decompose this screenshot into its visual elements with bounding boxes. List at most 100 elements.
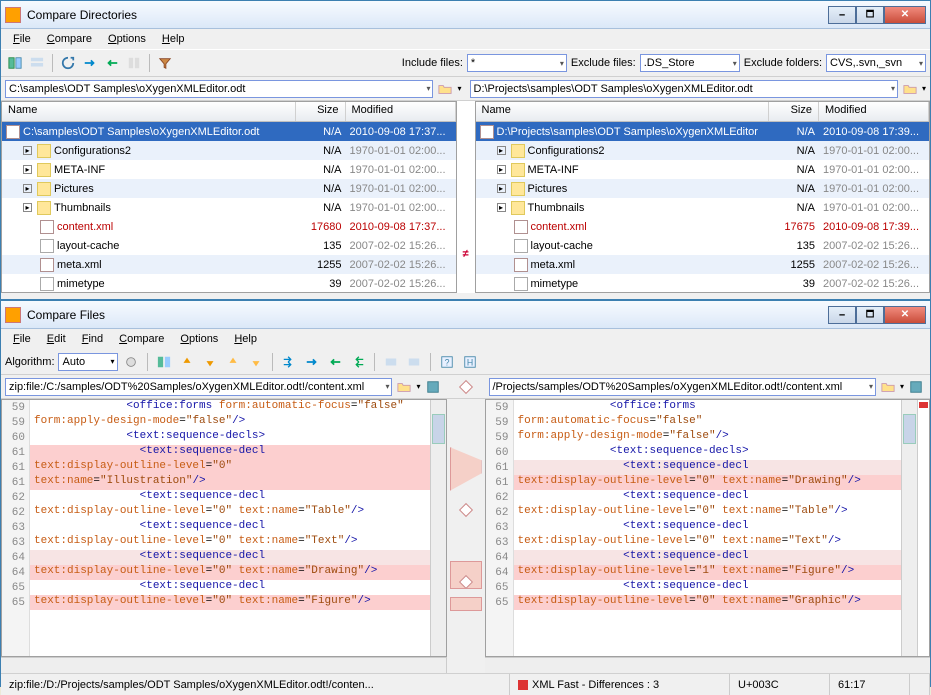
expand-icon[interactable]: ▸ — [497, 146, 506, 155]
expand-icon[interactable]: ▸ — [23, 165, 32, 174]
folder-icon — [37, 144, 51, 158]
tree-row[interactable]: ▸ThumbnailsN/A1970-01-01 02:00... — [476, 198, 930, 217]
copy-left-button[interactable] — [325, 352, 345, 372]
right-tree[interactable]: Name Size Modified D:\Projects\samples\O… — [475, 101, 931, 293]
minimize-button[interactable] — [828, 6, 856, 24]
menu-file[interactable]: File — [7, 31, 37, 47]
prev-change-button[interactable] — [223, 352, 243, 372]
titlebar[interactable]: Compare Directories — [1, 1, 930, 29]
next-diff-button[interactable] — [200, 352, 220, 372]
tree-row[interactable]: ▸ThumbnailsN/A1970-01-01 02:00... — [2, 198, 456, 217]
copy-all-left-button[interactable] — [348, 352, 368, 372]
tree-row[interactable]: layout-cache1352007-02-02 15:26... — [476, 236, 930, 255]
expand-icon[interactable]: ▸ — [497, 203, 506, 212]
tree-row[interactable]: ▸Configurations2N/A1970-01-01 02:00... — [476, 141, 930, 160]
close-button[interactable] — [884, 6, 926, 24]
minimize-button[interactable] — [828, 306, 856, 324]
tree-row[interactable]: meta.xml12552007-02-02 15:26... — [2, 255, 456, 274]
col-size[interactable]: Size — [296, 102, 346, 121]
tree-row[interactable]: mimetype392007-02-02 15:26... — [2, 274, 456, 292]
left-tree[interactable]: Name Size Modified C:\samples\ODT Sample… — [1, 101, 457, 293]
sync-button[interactable] — [124, 53, 144, 73]
right-save-button[interactable] — [906, 377, 926, 397]
file-icon — [40, 239, 54, 253]
expand-icon[interactable]: ▸ — [23, 146, 32, 155]
copy-right-button[interactable] — [302, 352, 322, 372]
menu-help[interactable]: Help — [228, 331, 263, 347]
compare-button[interactable] — [154, 352, 174, 372]
expand-icon[interactable]: ▸ — [23, 184, 32, 193]
copy-all-right-button[interactable] — [279, 352, 299, 372]
toggle-h-button[interactable]: H — [460, 352, 480, 372]
refresh-button[interactable] — [58, 53, 78, 73]
file-icon — [514, 277, 528, 291]
left-editor[interactable]: 5959606161616262636364646565 <office:for… — [1, 399, 447, 657]
maximize-button[interactable] — [856, 306, 884, 324]
left-path-input[interactable]: C:\samples\ODT Samples\oXygenXMLEditor.o… — [5, 80, 433, 98]
excludef-combo[interactable]: CVS,.svn,_svn — [826, 54, 926, 72]
titlebar[interactable]: Compare Files — [1, 301, 930, 329]
right-editor[interactable]: 5959596061616262636364646565 <office:for… — [485, 399, 931, 657]
tree-row[interactable]: layout-cache1352007-02-02 15:26... — [2, 236, 456, 255]
settings-button[interactable] — [121, 352, 141, 372]
tree-row[interactable]: meta.xml12552007-02-02 15:26... — [476, 255, 930, 274]
left-scrollbar[interactable] — [430, 400, 446, 656]
right-browse-button[interactable] — [878, 377, 898, 397]
menu-compare[interactable]: Compare — [113, 331, 170, 347]
tree-row[interactable]: ▸PicturesN/A1970-01-01 02:00... — [476, 179, 930, 198]
tree-row[interactable]: ▸META-INFN/A1970-01-01 02:00... — [476, 160, 930, 179]
left-browse-button[interactable] — [394, 377, 414, 397]
tree-row[interactable]: D:\Projects\samples\ODT Samples\oXygenXM… — [476, 122, 930, 141]
menu-options[interactable]: Options — [174, 331, 224, 347]
right-scrollbar[interactable] — [901, 400, 917, 656]
tree-row[interactable]: ▸Configurations2N/A1970-01-01 02:00... — [2, 141, 456, 160]
col-modified[interactable]: Modified — [819, 102, 929, 121]
menu-edit[interactable]: Edit — [41, 331, 72, 347]
left-code[interactable]: <office:forms form:automatic-focus="fals… — [30, 400, 430, 656]
menu-find[interactable]: Find — [76, 331, 109, 347]
col-size[interactable]: Size — [769, 102, 819, 121]
exclude-combo[interactable]: .DS_Store — [640, 54, 740, 72]
prev-diff-button[interactable] — [177, 352, 197, 372]
right-path-input[interactable]: D:\Projects\samples\ODT Samples\oXygenXM… — [470, 80, 898, 98]
tree-row[interactable]: ▸META-INFN/A1970-01-01 02:00... — [2, 160, 456, 179]
tree-row[interactable]: mimetype392007-02-02 15:26... — [476, 274, 930, 292]
tree-row[interactable]: content.xml176752010-09-08 17:39... — [476, 217, 930, 236]
compare-files-window: Compare Files File Edit Find Compare Opt… — [0, 300, 931, 687]
tree-row[interactable]: ▸PicturesN/A1970-01-01 02:00... — [2, 179, 456, 198]
menu-file[interactable]: File — [7, 331, 37, 347]
format-button[interactable] — [404, 352, 424, 372]
ignore-ws-button[interactable] — [381, 352, 401, 372]
col-name[interactable]: Name — [2, 102, 296, 121]
compare-button[interactable] — [5, 53, 25, 73]
right-h-scroll[interactable] — [485, 657, 930, 673]
overview-ruler[interactable] — [917, 400, 929, 656]
algo-combo[interactable]: Auto — [58, 353, 118, 371]
col-modified[interactable]: Modified — [346, 102, 456, 121]
maximize-button[interactable] — [856, 6, 884, 24]
right-browse-button[interactable] — [900, 79, 920, 99]
menu-options[interactable]: Options — [102, 31, 152, 47]
expand-icon[interactable]: ▸ — [23, 203, 32, 212]
right-file-input[interactable]: /Projects/samples/ODT%20Samples/oXygenXM… — [489, 378, 876, 396]
left-h-scroll[interactable] — [1, 657, 447, 673]
close-button[interactable] — [884, 306, 926, 324]
right-code[interactable]: <office:formsform:automatic-focus="false… — [514, 400, 902, 656]
include-combo[interactable]: * — [467, 54, 567, 72]
view-button[interactable] — [27, 53, 47, 73]
help-button[interactable]: ? — [437, 352, 457, 372]
expand-icon[interactable]: ▸ — [497, 184, 506, 193]
menu-compare[interactable]: Compare — [41, 31, 98, 47]
left-save-button[interactable] — [423, 377, 443, 397]
left-browse-button[interactable] — [435, 79, 455, 99]
menu-help[interactable]: Help — [156, 31, 191, 47]
expand-icon[interactable]: ▸ — [497, 165, 506, 174]
left-file-input[interactable]: zip:file:/C:/samples/ODT%20Samples/oXyge… — [5, 378, 392, 396]
filter-button[interactable] — [155, 53, 175, 73]
col-name[interactable]: Name — [476, 102, 770, 121]
tree-row[interactable]: C:\samples\ODT Samples\oXygenXMLEditor.o… — [2, 122, 456, 141]
copy-right-button[interactable] — [80, 53, 100, 73]
copy-left-button[interactable] — [102, 53, 122, 73]
tree-row[interactable]: content.xml176802010-09-08 17:37... — [2, 217, 456, 236]
next-change-button[interactable] — [246, 352, 266, 372]
